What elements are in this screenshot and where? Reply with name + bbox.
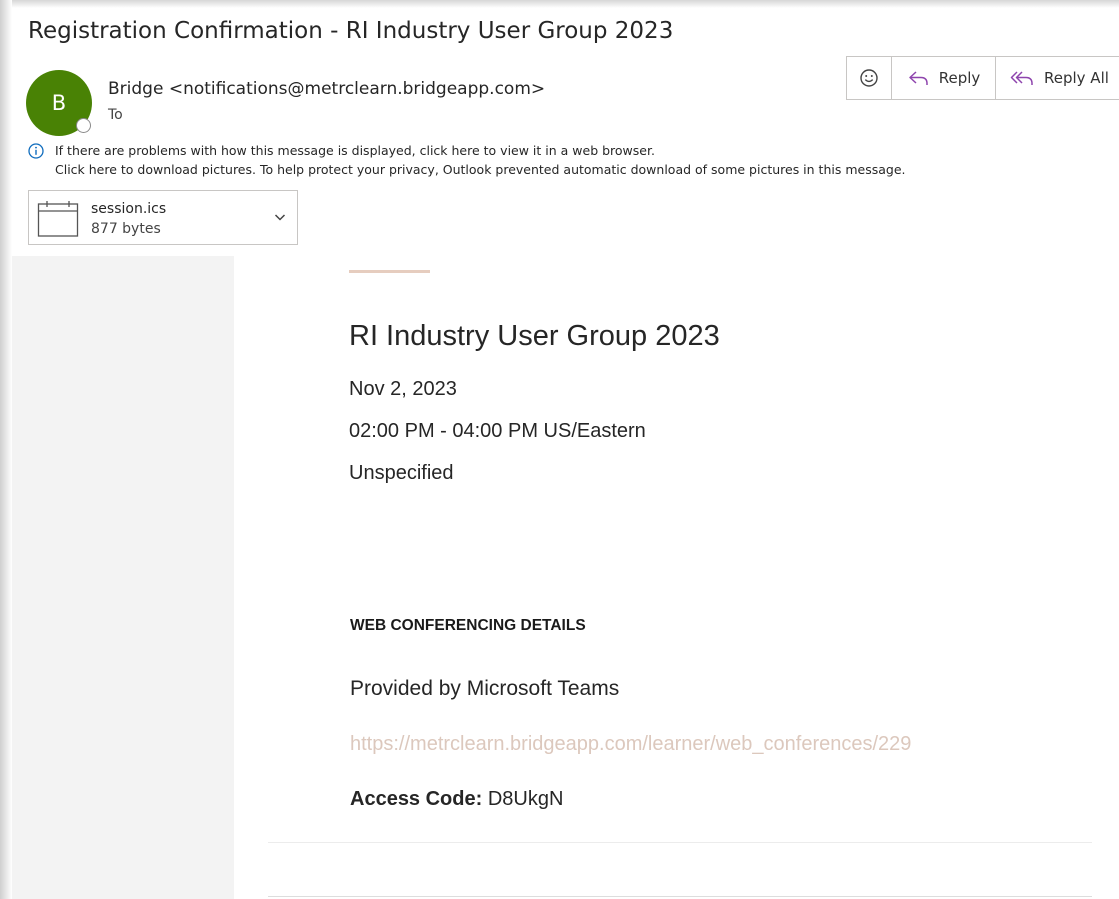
conferencing-provider: Provided by Microsoft Teams [350, 677, 620, 700]
view-in-browser-notice[interactable]: If there are problems with how this mess… [55, 143, 655, 158]
avatar-initial: B [51, 91, 67, 115]
to-label: To [108, 107, 123, 123]
reply-button[interactable]: Reply [892, 57, 996, 99]
message-subject: Registration Confirmation - RI Industry … [28, 18, 674, 44]
accent-divider [349, 270, 430, 273]
web-conferencing-heading: WEB CONFERENCING DETAILS [350, 617, 586, 634]
react-button[interactable] [847, 57, 892, 99]
sender-address[interactable]: Bridge <notifications@metrclearn.bridgea… [108, 79, 545, 99]
window-top-edge [0, 0, 1119, 8]
access-code-label: Access Code: [350, 788, 483, 810]
presence-status-icon [76, 118, 91, 133]
window-left-edge [0, 0, 12, 899]
smiley-icon [860, 69, 878, 87]
event-date: Nov 2, 2023 [349, 378, 457, 400]
web-conference-link[interactable]: https://metrclearn.bridgeapp.com/learner… [350, 733, 911, 756]
attachment-name: session.ics [91, 201, 167, 217]
info-icon [28, 143, 44, 159]
chevron-down-icon[interactable] [273, 210, 287, 224]
download-pictures-notice[interactable]: Click here to download pictures. To help… [55, 162, 905, 177]
footer-divider [268, 842, 1092, 843]
reply-icon [908, 71, 928, 85]
access-code-line: Access Code: D8UkgN [350, 788, 563, 811]
event-location: Unspecified [349, 462, 454, 484]
email-body-gutter [12, 256, 234, 899]
attachment-card[interactable]: session.ics 877 bytes [28, 190, 298, 245]
event-time: 02:00 PM - 04:00 PM US/Eastern [349, 420, 646, 442]
attachment-size: 877 bytes [91, 221, 161, 237]
message-actions-toolbar: Reply Reply All [846, 56, 1119, 100]
reply-label: Reply [938, 69, 981, 87]
access-code-value: D8UkgN [487, 788, 564, 810]
event-title: RI Industry User Group 2023 [349, 320, 720, 352]
reply-all-icon [1010, 71, 1033, 85]
reply-all-label: Reply All [1044, 69, 1109, 87]
reply-all-button[interactable]: Reply All [996, 57, 1119, 99]
calendar-file-icon [37, 201, 79, 237]
footer-divider-lower [268, 896, 1092, 897]
